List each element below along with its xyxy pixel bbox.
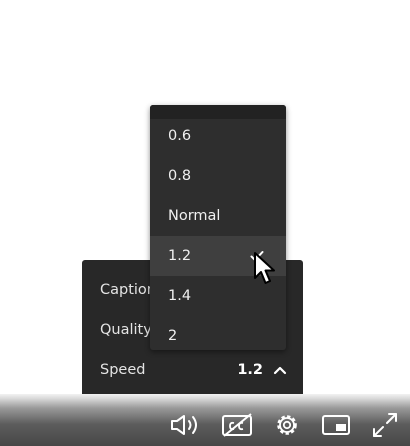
speed-option-label: 2	[168, 328, 178, 344]
speed-option-1-4[interactable]: 1.4	[150, 276, 286, 316]
captions-off-icon	[222, 413, 252, 437]
speed-option-2[interactable]: 2	[150, 316, 286, 356]
fullscreen-icon	[373, 413, 397, 437]
speed-option-label: 1.4	[168, 288, 192, 304]
settings-row-speed[interactable]: Speed 1.2	[82, 351, 303, 389]
picture-in-picture-button[interactable]	[320, 410, 352, 440]
checkmark-icon	[250, 251, 264, 261]
volume-button[interactable]	[168, 410, 204, 440]
speed-label: Speed	[100, 362, 146, 378]
speed-option-label: 1.2	[168, 248, 192, 264]
picture-in-picture-icon	[322, 415, 350, 435]
speed-option-normal[interactable]: Normal	[150, 196, 286, 236]
volume-icon	[171, 415, 197, 435]
speed-option-label: 0.8	[168, 168, 192, 184]
chevron-up-icon	[273, 366, 287, 375]
speed-option-1-2[interactable]: 1.2	[150, 236, 286, 276]
settings-icon	[277, 415, 297, 435]
fullscreen-button[interactable]	[370, 410, 400, 440]
speed-dropdown: 0.6 0.8 Normal 1.2 1.4 2	[150, 105, 286, 350]
settings-button[interactable]	[272, 410, 302, 440]
speed-option-0-6[interactable]: 0.6	[150, 116, 286, 156]
captions-button[interactable]	[220, 410, 254, 440]
speed-option-0-8[interactable]: 0.8	[150, 156, 286, 196]
speed-option-label: Normal	[168, 208, 221, 224]
speed-value: 1.2	[237, 362, 263, 378]
speed-option-label: 0.6	[168, 128, 192, 144]
quality-label: Quality	[100, 322, 152, 338]
